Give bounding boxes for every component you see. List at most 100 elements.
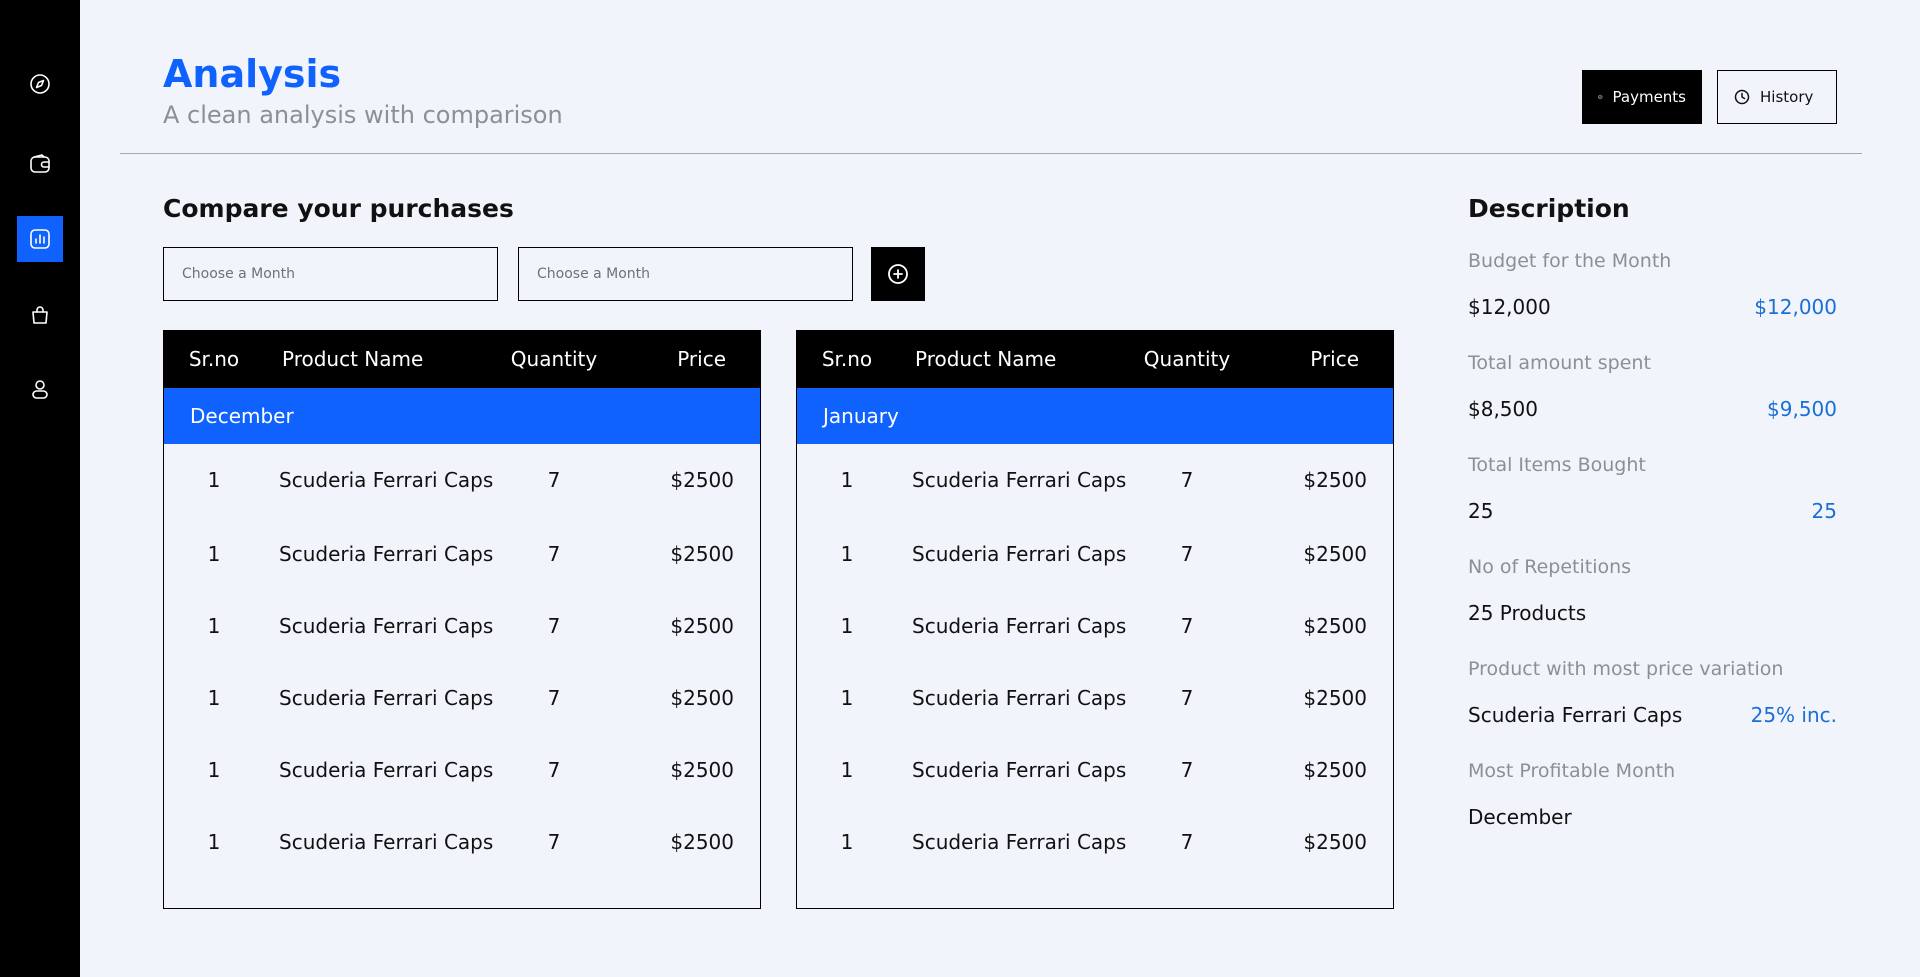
month-select-1[interactable] <box>163 247 498 301</box>
cell-product: Scuderia Ferrari Caps <box>912 758 1127 782</box>
cell-price: $2500 <box>670 614 734 638</box>
cell-sr: 1 <box>840 686 854 710</box>
cell-sr: 1 <box>840 468 854 492</box>
description-value: 25 Products <box>1468 601 1587 625</box>
cell-sr: 1 <box>207 830 221 854</box>
table-row[interactable]: 1 Scuderia Ferrari Caps 7 $2500 <box>797 590 1393 662</box>
compass-icon <box>30 74 50 94</box>
table-row[interactable]: 1 Scuderia Ferrari Caps 7 $2500 <box>797 518 1393 590</box>
plus-circle-icon <box>888 264 908 284</box>
purchases-table-1: Sr.no Product Name Quantity Price Decemb… <box>163 330 761 909</box>
cell-sr: 1 <box>840 758 854 782</box>
table-row[interactable]: 1 Scuderia Ferrari Caps 7 $2500 <box>797 662 1393 734</box>
sidebar-item-analysis[interactable] <box>17 216 63 262</box>
column-header-product: Product Name <box>282 347 424 371</box>
cell-product: Scuderia Ferrari Caps <box>279 830 494 854</box>
payments-button-label: Payments <box>1612 88 1686 106</box>
cell-quantity: 7 <box>547 830 561 854</box>
description-label: Total Items Bought <box>1468 454 1646 476</box>
month-band: December <box>164 388 760 444</box>
cell-product: Scuderia Ferrari Caps <box>279 614 494 638</box>
description-title: Description <box>1468 194 1630 223</box>
cell-sr: 1 <box>207 758 221 782</box>
table-row[interactable]: 1 Scuderia Ferrari Caps 7 $2500 <box>797 444 1393 518</box>
analytics-icon <box>30 229 50 249</box>
purchases-table-2: Sr.no Product Name Quantity Price Januar… <box>796 330 1394 909</box>
cell-product: Scuderia Ferrari Caps <box>912 614 1127 638</box>
description-value: 25 <box>1468 499 1494 523</box>
clock-icon <box>1734 89 1750 105</box>
description-label: Most Profitable Month <box>1468 760 1676 782</box>
cell-price: $2500 <box>1303 686 1367 710</box>
description-value: $12,000 <box>1468 295 1551 319</box>
cell-quantity: 7 <box>547 542 561 566</box>
add-comparison-button[interactable] <box>871 247 925 301</box>
month-select-2[interactable] <box>518 247 853 301</box>
column-header-quantity: Quantity <box>510 347 598 371</box>
cell-price: $2500 <box>1303 614 1367 638</box>
history-button[interactable]: History <box>1717 70 1837 124</box>
sidebar-item-profile[interactable] <box>17 366 63 412</box>
cell-quantity: 7 <box>547 468 561 492</box>
column-header-product: Product Name <box>915 347 1057 371</box>
description-compare-value: $12,000 <box>1754 295 1837 319</box>
cell-price: $2500 <box>1303 468 1367 492</box>
cell-quantity: 7 <box>1180 468 1194 492</box>
sidebar-item-wallet[interactable] <box>17 141 63 187</box>
cell-product: Scuderia Ferrari Caps <box>279 542 494 566</box>
sidebar <box>0 0 80 977</box>
cell-quantity: 7 <box>1180 686 1194 710</box>
cell-quantity: 7 <box>547 614 561 638</box>
table-row[interactable]: 1 Scuderia Ferrari Caps 7 $2500 <box>164 518 760 590</box>
cell-product: Scuderia Ferrari Caps <box>912 542 1127 566</box>
description-label: Product with most price variation <box>1468 658 1784 680</box>
table-row[interactable]: 1 Scuderia Ferrari Caps 7 $2500 <box>164 806 760 878</box>
compare-section-title: Compare your purchases <box>163 194 514 223</box>
table-row[interactable]: 1 Scuderia Ferrari Caps 7 $2500 <box>164 734 760 806</box>
sidebar-item-shopping[interactable] <box>17 292 63 338</box>
wallet-icon <box>30 154 50 173</box>
cell-price: $2500 <box>670 830 734 854</box>
table-row[interactable]: 1 Scuderia Ferrari Caps 7 $2500 <box>164 590 760 662</box>
user-icon <box>32 380 48 399</box>
description-value: Scuderia Ferrari Caps <box>1468 703 1683 727</box>
cell-product: Scuderia Ferrari Caps <box>912 686 1127 710</box>
cell-quantity: 7 <box>1180 758 1194 782</box>
table-row[interactable]: 1 Scuderia Ferrari Caps 7 $2500 <box>797 806 1393 878</box>
description-label: No of Repetitions <box>1468 556 1632 578</box>
cell-price: $2500 <box>670 758 734 782</box>
table-row[interactable]: 1 Scuderia Ferrari Caps 7 $2500 <box>797 734 1393 806</box>
column-header-quantity: Quantity <box>1143 347 1231 371</box>
column-header-sr: Sr.no <box>188 347 240 371</box>
description-label: Budget for the Month <box>1468 250 1672 272</box>
sidebar-item-explore[interactable] <box>17 61 63 107</box>
cell-quantity: 7 <box>1180 830 1194 854</box>
shopping-bag-icon <box>32 306 48 324</box>
table-row[interactable]: 1 Scuderia Ferrari Caps 7 $2500 <box>164 662 760 734</box>
cell-quantity: 7 <box>1180 542 1194 566</box>
description-compare-value: $9,500 <box>1767 397 1837 421</box>
cell-quantity: 7 <box>547 758 561 782</box>
cell-price: $2500 <box>1303 542 1367 566</box>
cell-sr: 1 <box>840 614 854 638</box>
cell-price: $2500 <box>670 542 734 566</box>
description-value: December <box>1468 805 1572 829</box>
cell-sr: 1 <box>207 686 221 710</box>
description-value: $8,500 <box>1468 397 1538 421</box>
cell-product: Scuderia Ferrari Caps <box>912 468 1127 492</box>
payments-button[interactable]: Payments <box>1582 70 1702 124</box>
column-header-price: Price <box>677 347 726 371</box>
payments-icon <box>1598 94 1603 100</box>
cell-price: $2500 <box>670 686 734 710</box>
cell-sr: 1 <box>207 468 221 492</box>
history-button-label: History <box>1760 88 1814 106</box>
cell-product: Scuderia Ferrari Caps <box>279 468 494 492</box>
description-compare-value: 25% inc. <box>1750 703 1837 727</box>
month-band: January <box>797 388 1393 444</box>
table-row[interactable]: 1 Scuderia Ferrari Caps 7 $2500 <box>164 444 760 518</box>
description-label: Total amount spent <box>1468 352 1651 374</box>
cell-quantity: 7 <box>547 686 561 710</box>
cell-price: $2500 <box>670 468 734 492</box>
page-subtitle: A clean analysis with comparison <box>163 101 563 129</box>
cell-quantity: 7 <box>1180 614 1194 638</box>
